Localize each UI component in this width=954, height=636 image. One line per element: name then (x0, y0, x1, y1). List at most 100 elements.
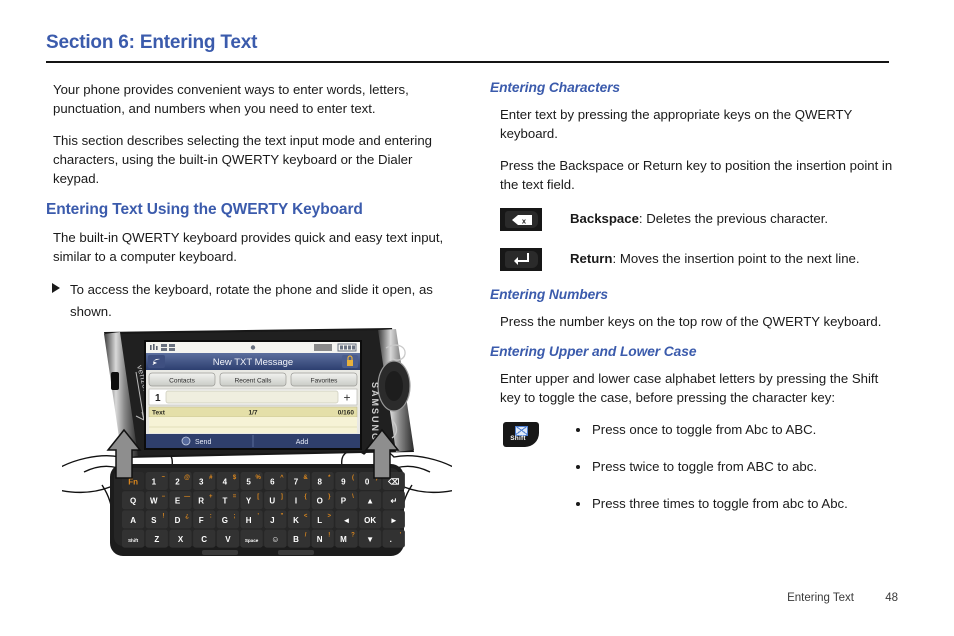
key-alt-label: ^ (280, 475, 284, 481)
key-label: X (178, 535, 184, 544)
keyboard-key[interactable]: 7 & (287, 472, 311, 490)
key-label: . (390, 535, 392, 544)
entering-characters-heading: Entering Characters (490, 80, 620, 95)
keyboard-key[interactable]: Y[ (240, 491, 263, 510)
keyboard-key[interactable]: N! (311, 529, 334, 548)
keyboard-key[interactable]: U] (264, 491, 287, 510)
lock-icon (342, 355, 358, 368)
keyboard-key[interactable]: ◄ (335, 510, 358, 529)
keyboard-key[interactable]: 2 @ (169, 472, 192, 490)
triangle-bullet-icon (52, 283, 60, 293)
keyboard-key[interactable]: ☺ (264, 529, 287, 548)
key-label: O (317, 497, 323, 506)
softkey-bar: Send Add (146, 434, 360, 448)
keyboard-key[interactable]: ► (382, 510, 405, 529)
keyboard-key[interactable]: B / (287, 529, 311, 548)
keyboard-key[interactable]: O} (311, 491, 334, 510)
keyboard-key[interactable]: W − (145, 491, 168, 510)
keyboard-key[interactable]: G; (216, 510, 239, 529)
keyboard-key[interactable]: Space (240, 529, 263, 548)
keyboard-key[interactable]: E — (169, 491, 192, 510)
brand-label: SAMSUNG (370, 382, 380, 442)
key-label: ▼ (366, 535, 374, 544)
list-item: Press three times to toggle from abc to … (570, 494, 894, 513)
key-alt-label: ¿ (185, 513, 189, 519)
keyboard-key[interactable]: H ' (240, 510, 263, 529)
keyboard-key[interactable]: C (193, 529, 216, 548)
intro-paragraph-1: Your phone provides convenient ways to e… (53, 82, 409, 116)
keyboard-key[interactable]: T = (216, 491, 239, 510)
recipient-row: 1 + (148, 388, 358, 406)
keyboard-key[interactable]: J " (264, 510, 287, 529)
backspace-key-icon: x (500, 208, 542, 231)
key-label: Y (246, 497, 252, 506)
keyboard-key[interactable]: 9( (335, 472, 358, 490)
keyboard-key[interactable]: F: (193, 510, 216, 529)
return-glyph-icon (514, 253, 529, 265)
footer-page-number: 48 (885, 592, 898, 604)
keyboard-key[interactable]: 4 $ (216, 472, 239, 490)
text-label: Text (152, 410, 166, 417)
keyboard-key[interactable]: M? (335, 529, 358, 548)
keyboard-key[interactable]: Z (145, 529, 168, 548)
step-text: To access the keyboard, rotate the phone… (70, 282, 433, 319)
key-alt-label: @ (184, 475, 190, 481)
keyboard-key[interactable]: V (216, 529, 239, 548)
keyboard-key[interactable]: 1 ~ (145, 472, 168, 490)
characters-paragraph-2: Press the Backspace or Return key to pos… (500, 158, 893, 192)
keyboard-key[interactable]: OK (359, 510, 382, 529)
key-label: 4 (223, 477, 228, 486)
keyboard-key[interactable]: ↵ (382, 491, 405, 510)
recipient-index: 1 (155, 393, 161, 404)
tab-favorites: Favorites (311, 378, 338, 385)
key-alt-label: ? (351, 533, 355, 539)
keyboard-key[interactable]: S! (145, 510, 168, 529)
keyboard-key[interactable]: . ' (382, 529, 405, 548)
bluetooth-icon (250, 345, 256, 350)
key-alt-label: ! (328, 533, 330, 539)
char-count: 0/160 (338, 410, 355, 417)
keyboard-key[interactable]: L > (311, 510, 334, 529)
keyboard-key[interactable]: Q (122, 491, 145, 510)
key-alt-label: ] (281, 494, 283, 500)
keyboard-key[interactable]: P \ (335, 491, 358, 510)
return-key-desc: : Moves the insertion point to the next … (612, 251, 860, 266)
backspace-key-row: x Backspace: Deletes the previous charac… (490, 207, 894, 231)
keyboard-key[interactable]: ▲ (359, 491, 382, 510)
page-title: Section 6: Entering Text (46, 32, 258, 53)
step-item: To access the keyboard, rotate the phone… (46, 279, 454, 323)
key-alt-label: + (209, 494, 213, 500)
backspace-description: Backspace: Deletes the previous characte… (542, 207, 894, 228)
screen-tabs: Contacts Recent Calls Favorites (148, 372, 358, 387)
key-alt-label: % (256, 475, 262, 481)
keyboard-key[interactable]: I{ (287, 491, 311, 510)
keyboard-key[interactable]: K < (287, 510, 311, 529)
key-label: L (317, 516, 322, 525)
mode-indicator-icon (314, 344, 332, 351)
case-paragraph: Enter upper and lower case alphabet lett… (500, 371, 879, 405)
key-label: 5 (246, 477, 251, 486)
keyboard-key[interactable]: D ¿ (169, 510, 192, 529)
key-label: 2 (175, 477, 180, 486)
key-label: J (270, 516, 274, 525)
keyboard-key[interactable]: 8 * (311, 472, 334, 490)
keyboard-key[interactable]: A (122, 510, 145, 529)
key-label: Q (130, 497, 136, 506)
keyboard-key[interactable]: ▼ (359, 529, 382, 548)
key-label: B (293, 535, 299, 544)
keyboard-key[interactable]: X (169, 529, 192, 548)
numbers-paragraph: Press the number keys on the top row of … (500, 314, 882, 329)
key-label: M (340, 535, 347, 544)
key-alt-label: ; (234, 513, 236, 519)
keyboard-key[interactable]: 3 # (193, 472, 216, 490)
keyboard-key[interactable]: 6 ^ (264, 472, 287, 490)
keyboard-key[interactable]: Shift (122, 529, 145, 548)
keyboard-key[interactable]: R + (193, 491, 216, 510)
key-label: ▲ (366, 497, 374, 506)
key-label: ↵ (390, 497, 397, 506)
qwerty-heading: Entering Text Using the QWERTY Keyboard (46, 201, 363, 218)
keyboard-key[interactable]: 5% (240, 472, 263, 490)
document-page: Section 6: Entering Text Your phone prov… (0, 0, 954, 636)
back-button (148, 355, 165, 368)
key-alt-label: > (328, 513, 332, 519)
